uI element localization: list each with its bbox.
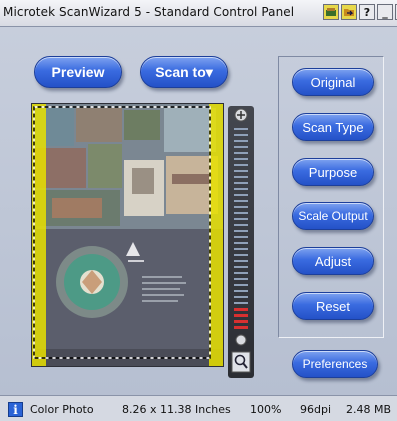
purpose-button[interactable]: Purpose	[292, 158, 374, 186]
status-resolution: 96dpi	[300, 403, 332, 416]
status-bar: i Color Photo 8.26 x 11.38 Inches 100% 9…	[0, 395, 397, 421]
minimize-button[interactable]: _	[377, 4, 393, 20]
original-button[interactable]: Original	[292, 68, 374, 96]
folder-arrow-icon[interactable]	[341, 4, 357, 20]
scale-output-button[interactable]: Scale Output	[292, 202, 374, 230]
help-button[interactable]: ?	[359, 4, 375, 20]
status-file-size: 2.48 MB	[346, 403, 392, 416]
preview-button[interactable]: Preview	[34, 56, 122, 88]
zoom-scale-ticks	[234, 128, 248, 329]
status-scale: 100%	[250, 403, 282, 416]
preview-image	[32, 104, 223, 366]
scanner-icon[interactable]	[323, 4, 339, 20]
reset-button[interactable]: Reset	[292, 292, 374, 320]
scan-to-button[interactable]: Scan to▾	[140, 56, 228, 88]
zoom-minus-knob	[235, 334, 247, 346]
preferences-button[interactable]: Preferences	[292, 350, 378, 378]
scan-type-button[interactable]: Scan Type	[292, 113, 374, 141]
info-icon[interactable]: i	[8, 402, 23, 417]
status-scan-type: Color Photo	[30, 403, 94, 416]
preview-area[interactable]	[31, 103, 224, 367]
adjust-button[interactable]: Adjust	[292, 247, 374, 275]
status-size: 8.26 x 11.38 Inches	[122, 403, 231, 416]
zoom-slider[interactable]	[228, 106, 254, 378]
window-title: Microtek ScanWizard 5 - Standard Control…	[3, 5, 295, 19]
title-bar: Microtek ScanWizard 5 - Standard Control…	[0, 0, 397, 27]
